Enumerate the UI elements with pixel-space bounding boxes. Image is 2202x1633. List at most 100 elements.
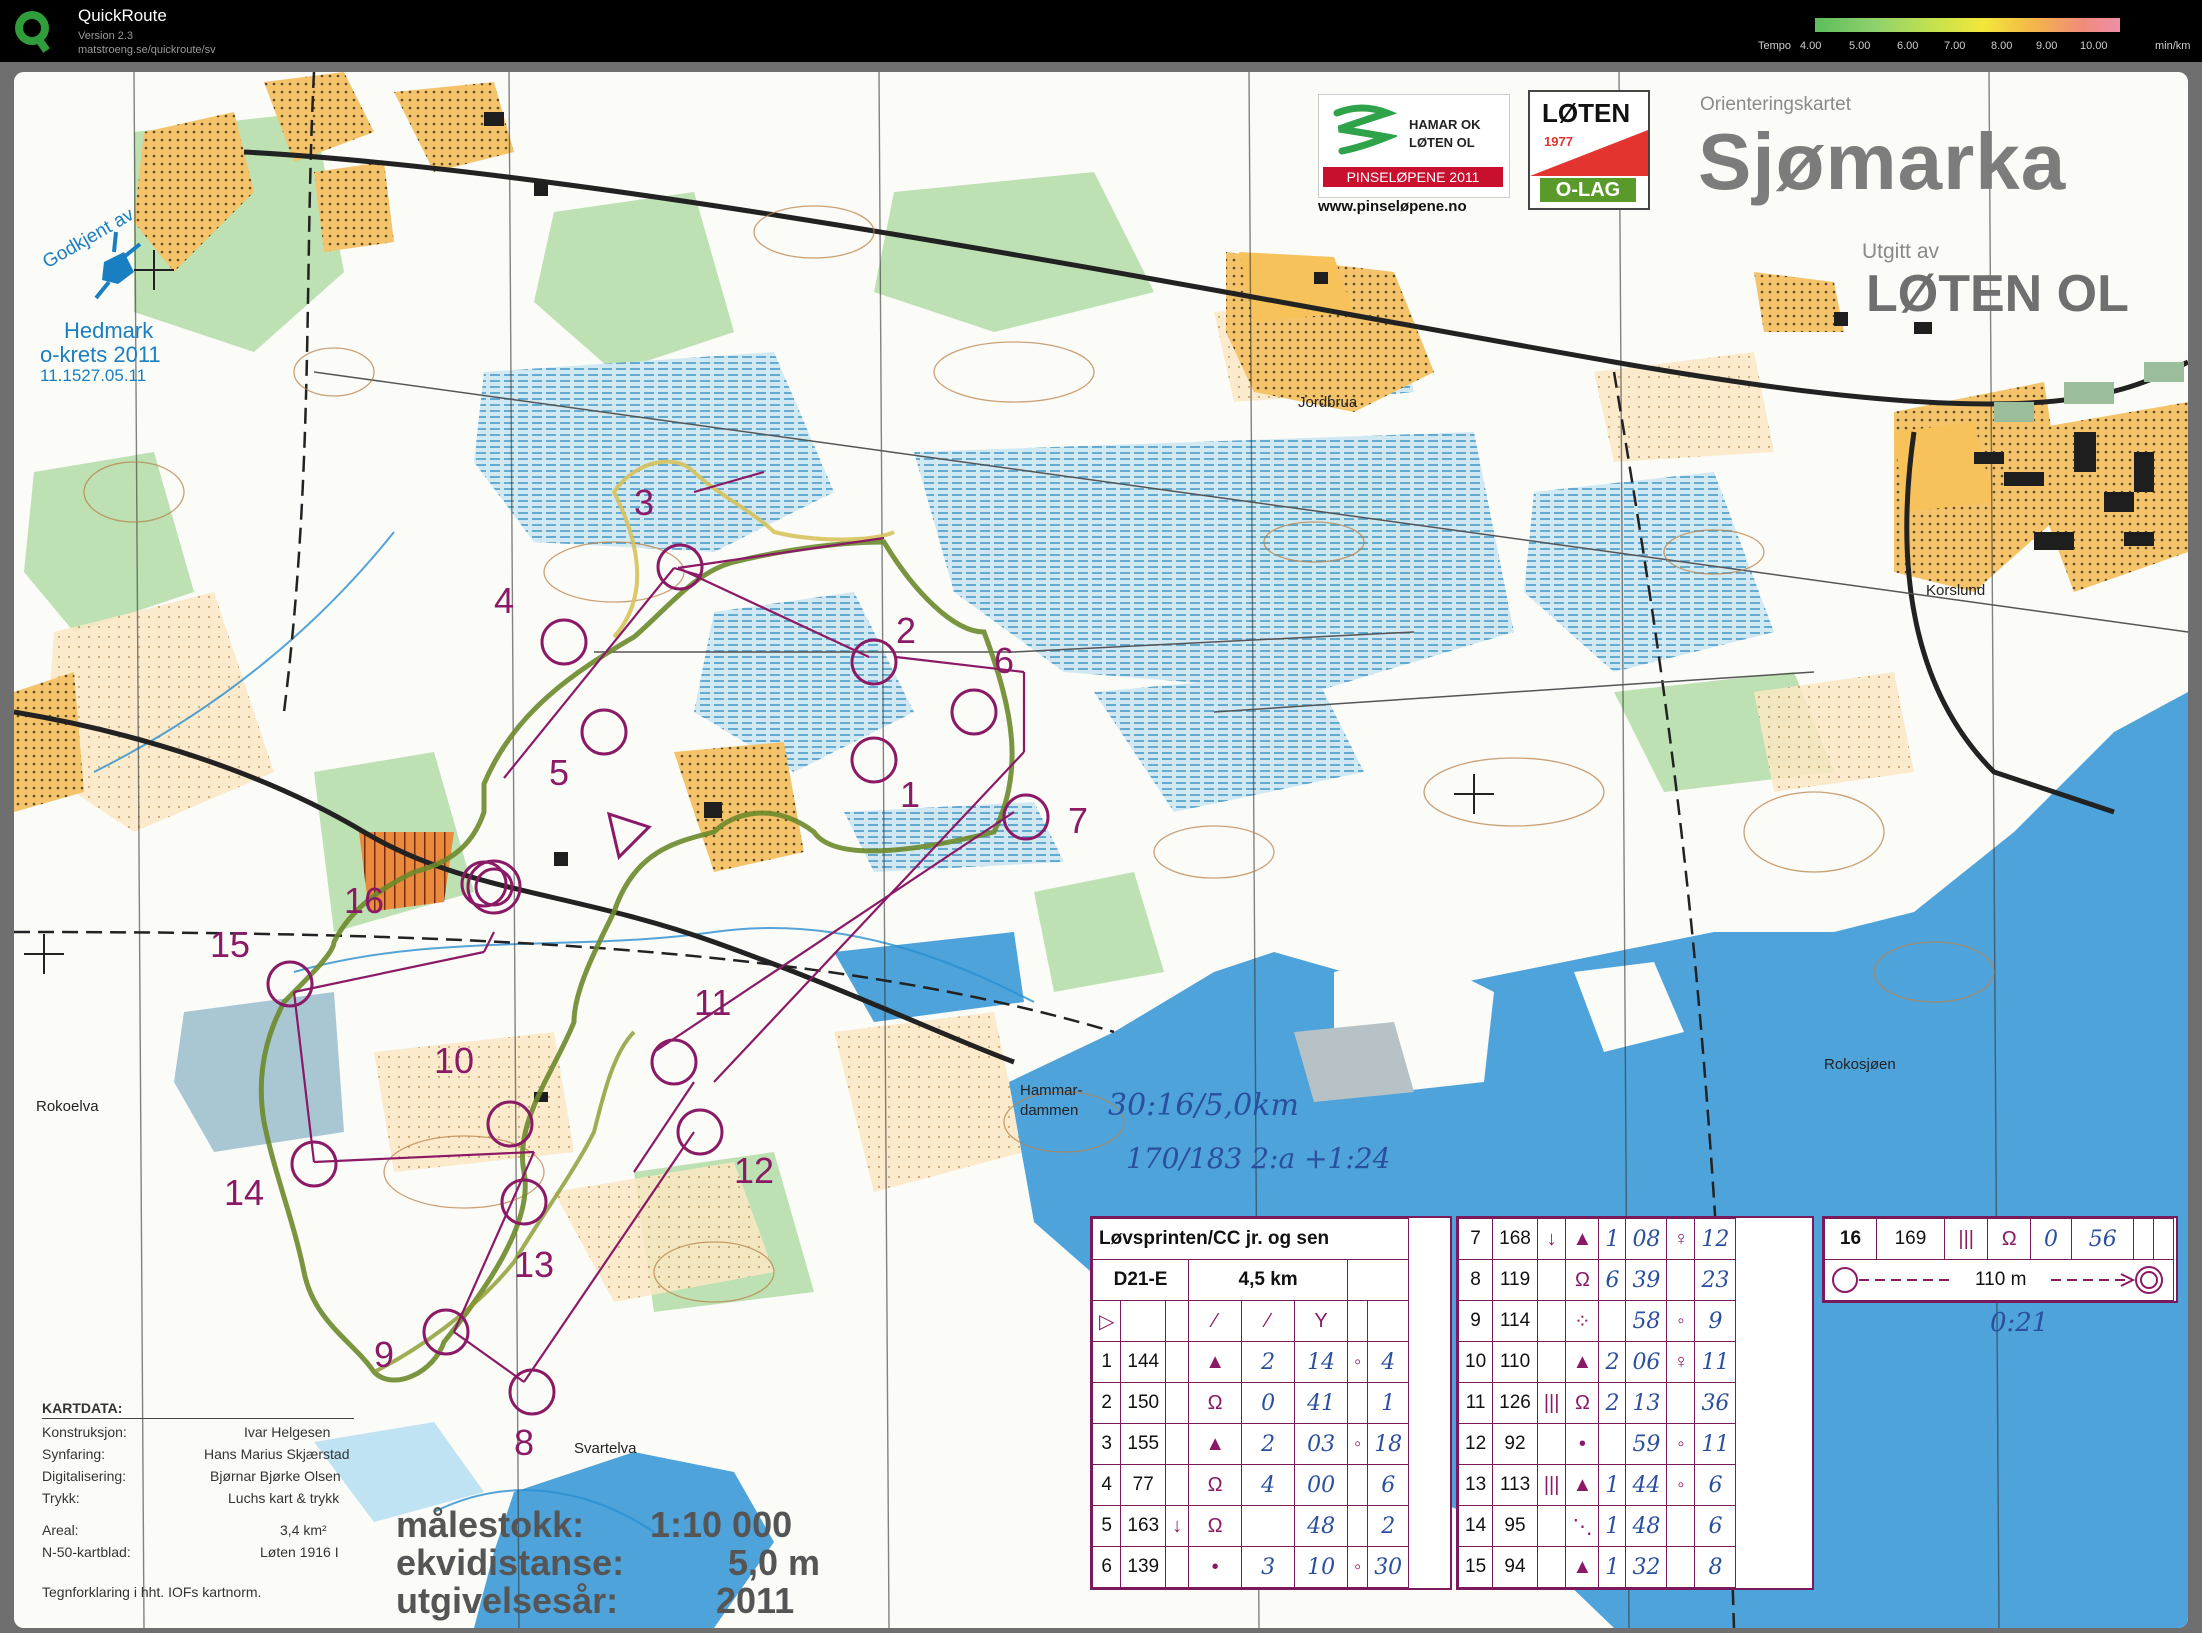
description-cell: 5 (1091, 1505, 1122, 1547)
control-number-12: 12 (734, 1150, 775, 1191)
control-number-4: 4 (494, 580, 515, 621)
description-cell: 1 (1598, 1464, 1627, 1506)
credits-divider (42, 1418, 354, 1419)
control-row: 10 110 ▲ 2 06 ♀ 11 (1457, 1341, 1737, 1383)
tempo-tick: 7.00 (1944, 40, 1966, 52)
description-cell: 1 (1598, 1546, 1627, 1588)
control-row: 3 155 ▲ 2 03 ◦ 18 (1091, 1423, 1410, 1465)
control-circle-8 (508, 1368, 556, 1416)
control-description-table-3: 16 169 ||| Ω 0 56 110 m (1822, 1216, 2178, 1303)
description-cell: ♀ (1666, 1341, 1696, 1383)
place-rokosjoen: Rokosjøen (1824, 1056, 1896, 1073)
control-circle-7 (1002, 793, 1050, 841)
description-cell: Ω (1987, 1218, 2031, 1260)
app-version: Version 2.3 (78, 30, 134, 42)
description-cell: 4 (1367, 1341, 1410, 1383)
control-number-10: 10 (434, 1040, 475, 1081)
place-rokoelva: Rokoelva (36, 1098, 99, 1115)
control-number-15: 15 (210, 924, 251, 965)
tree-logo-icon (1333, 104, 1397, 155)
description-cell: 1 (1598, 1505, 1627, 1547)
place-jordbrua: Jordbrua (1298, 394, 1358, 411)
description-cell: Ω (1565, 1382, 1600, 1424)
tempo-label: Tempo (1758, 40, 1792, 52)
publisher-name: LØTEN OL (1866, 265, 2129, 323)
app-name: QuickRoute (78, 6, 167, 25)
description-cell: 6 (1598, 1259, 1627, 1301)
approval-line3: o-krets 2011 (40, 342, 161, 367)
description-cell: ◦ (1347, 1341, 1369, 1383)
control-circle-9 (422, 1308, 470, 1356)
place-hammardammen-2: dammen (1020, 1102, 1079, 1119)
description-row: D21-E 4,5 km (1091, 1259, 1410, 1301)
control-description-table-2: 7 168 ↓ ▲ 1 08 ♀ 12 8 119 Ω 6 39 23 9 114 ⁘ 58 ◦ 9 10 110 ▲… (1456, 1216, 1814, 1590)
description-cell: 95 (1492, 1505, 1538, 1547)
description-cell (1536, 1341, 1567, 1383)
credits-value: Løten 1916 I (260, 1544, 339, 1560)
description-cell: 18 (1367, 1423, 1410, 1465)
description-cell: 13 (1625, 1382, 1668, 1424)
description-cell: ▲ (1188, 1423, 1243, 1465)
description-cell: 6 (1694, 1464, 1737, 1506)
description-cell (1165, 1341, 1190, 1383)
description-cell: Ω (1188, 1382, 1243, 1424)
handwritten-placing: 170/183 2:a +1:24 (1126, 1142, 1391, 1175)
description-cell: 3 (1241, 1546, 1296, 1588)
description-cell: ▲ (1188, 1341, 1243, 1383)
description-cell: 94 (1492, 1546, 1538, 1588)
control-circle-4 (540, 618, 588, 666)
description-cell: 48 (1625, 1505, 1668, 1547)
description-cell: 15 (1457, 1546, 1494, 1588)
description-row: ▷ ⁄ ⁄ Y (1091, 1300, 1410, 1342)
description-cell (1165, 1546, 1190, 1588)
map-title: Sjømarka (1698, 117, 2067, 206)
description-cell: 56 (2071, 1218, 2135, 1260)
description-cell: ↓ (1165, 1505, 1190, 1547)
published-by-label: Utgitt av (1862, 240, 1940, 263)
scale-value: 1:10 000 (650, 1504, 793, 1545)
description-cell: 1 (1598, 1218, 1627, 1260)
description-cell: 12 (1457, 1423, 1494, 1465)
description-cell (1241, 1505, 1296, 1547)
place-hammardammen-1: Hammar- (1020, 1082, 1083, 1099)
sponsor1-event: PINSELØPENE 2011 (1323, 167, 1503, 187)
description-cell: Ω (1188, 1464, 1243, 1506)
description-cell: 36 (1694, 1382, 1737, 1424)
contour-interval-value: 5,0 m (728, 1542, 821, 1583)
pinselopene-logo: HAMAR OK LØTEN OL PINSELØPENE 2011 (1318, 94, 1510, 198)
description-cell: 13 (1457, 1464, 1494, 1506)
publication-year-value: 2011 (716, 1580, 795, 1621)
description-cell: 03 (1294, 1423, 1349, 1465)
description-cell: 144 (1120, 1341, 1167, 1383)
description-cell: 59 (1625, 1423, 1668, 1465)
control-number-6: 6 (994, 640, 1015, 681)
control-number-13: 13 (514, 1244, 555, 1285)
description-cell (1165, 1382, 1190, 1424)
description-cell: 6 (1367, 1464, 1410, 1506)
course-class: D21-E (1091, 1259, 1190, 1301)
credits-label: Areal: (42, 1522, 79, 1538)
description-cell: 8 (1694, 1546, 1737, 1588)
description-cell (1536, 1505, 1567, 1547)
description-cell: 150 (1120, 1382, 1167, 1424)
description-cell: 32 (1625, 1546, 1668, 1588)
description-cell: 126 (1492, 1382, 1538, 1424)
description-cell (1536, 1259, 1567, 1301)
description-cell (2133, 1218, 2155, 1260)
description-cell: ||| (1536, 1382, 1567, 1424)
description-cell: 168 (1492, 1218, 1538, 1260)
tempo-unit: min/km (2155, 40, 2191, 52)
description-cell: 119 (1492, 1259, 1538, 1301)
description-cell: 14 (1294, 1341, 1349, 1383)
description-cell (1165, 1300, 1190, 1342)
description-cell (1347, 1464, 1369, 1506)
description-cell: 163 (1120, 1505, 1167, 1547)
control-circle-6 (950, 688, 998, 736)
control-row: 15 94 ▲ 1 32 8 (1457, 1546, 1737, 1588)
orienteering-map[interactable]: 1 2 3 4 5 6 7 8 9 10 11 12 13 14 15 16 H… (14, 72, 2188, 1628)
description-cell (1666, 1546, 1696, 1588)
description-cell (2153, 1218, 2174, 1260)
description-cell: 00 (1294, 1464, 1349, 1506)
description-cell: 2 (1091, 1382, 1122, 1424)
course-length: 4,5 km (1188, 1259, 1349, 1301)
